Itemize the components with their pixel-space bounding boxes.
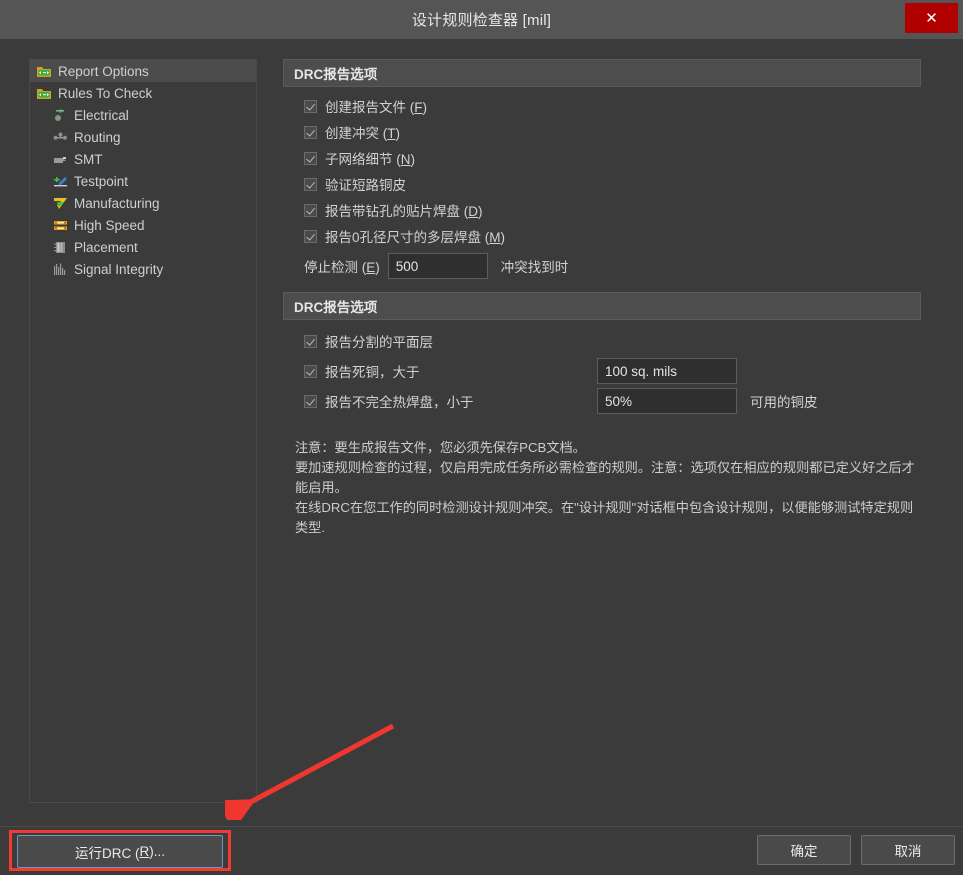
note-text: 注意：要生成报告文件，您必须先保存PCB文档。 要加速规则检查的过程，仅启用完成… [295, 438, 921, 538]
sidebar-item-routing[interactable]: Routing [30, 126, 256, 148]
report-option-row[interactable]: 创建冲突 (T) [304, 119, 950, 145]
title-bar: 设计规则检查器 [mil] ✕ [0, 0, 963, 39]
testpoint-icon [53, 176, 67, 186]
report-option-row[interactable]: 创建报告文件 (F) [304, 93, 950, 119]
sidebar-item-label: Manufacturing [74, 195, 160, 211]
checkbox[interactable] [304, 334, 317, 348]
report-option-label: 创建冲突 (T) [325, 126, 400, 141]
ok-button[interactable]: 确定 [757, 835, 851, 865]
checkbox[interactable] [304, 203, 317, 217]
sidebar-item-label: Signal Integrity [74, 261, 164, 277]
report-option-row-2[interactable]: 报告死铜，大于 [304, 356, 950, 386]
report-options-list: 创建报告文件 (F) 创建冲突 (T) 子网络细节 (N) 验证短路铜皮报告带钻孔的贴… [283, 93, 950, 249]
report-option-row[interactable]: 子网络细节 (N) [304, 145, 950, 171]
report-option-row-2[interactable]: 报告分割的平面层 [304, 326, 950, 356]
checkbox[interactable] [304, 364, 317, 378]
report-option-input[interactable] [597, 388, 737, 414]
sidebar-item-report-options[interactable]: Report Options [30, 60, 256, 82]
sidebar-item-smt[interactable]: SMT [30, 148, 256, 170]
signal-integrity-icon [54, 263, 66, 275]
checkbox[interactable] [304, 151, 317, 165]
stop-detection-suffix: 冲突找到时 [500, 260, 569, 275]
sidebar-item-rules-to-check[interactable]: Rules To Check [30, 82, 256, 104]
report-option-label: 报告带钻孔的贴片焊盘 (D) [325, 204, 483, 219]
smt-icon [54, 156, 66, 163]
report-option-label-2: 报告死铜，大于 [325, 365, 420, 380]
rules-tree-panel[interactable]: Report Options Rules To Check Electrical Ro… [29, 59, 257, 803]
checkbox[interactable] [304, 125, 317, 139]
report-option-label: 验证短路铜皮 [325, 178, 406, 193]
report-option-row[interactable]: 报告带钻孔的贴片焊盘 (D) [304, 197, 950, 223]
checkbox[interactable] [304, 394, 317, 408]
stop-detection-accel: E [366, 260, 376, 275]
sidebar-item-electrical[interactable]: Electrical [30, 104, 256, 126]
folder-arrows-icon [37, 66, 51, 77]
sidebar-item-label: Placement [74, 239, 138, 255]
checkbox[interactable] [304, 99, 317, 113]
sidebar-item-label: Testpoint [74, 173, 129, 189]
section-header-report-options-2: DRC报告选项 [283, 292, 921, 320]
sidebar-item-label: Routing [74, 129, 121, 145]
sidebar-item-high-speed[interactable]: High Speed [30, 214, 256, 236]
section-header-report-options: DRC报告选项 [283, 59, 921, 87]
report-option-row-2[interactable]: 报告不完全热焊盘，小于 可用的铜皮 [304, 386, 950, 416]
placement-icon [54, 241, 65, 253]
report-option-label-2: 报告不完全热焊盘，小于 [325, 395, 474, 410]
report-option-suffix: 可用的铜皮 [750, 395, 818, 410]
sidebar-item-label: High Speed [74, 217, 145, 233]
sidebar-item-label: Electrical [74, 107, 129, 123]
stop-detection-label: 停止检测 (E) [304, 260, 380, 275]
sidebar-item-label: SMT [74, 151, 103, 167]
report-option-input[interactable] [597, 358, 737, 384]
sidebar-item-testpoint[interactable]: Testpoint [30, 170, 256, 192]
stop-detection-row: 停止检测 (E) 冲突找到时 [304, 253, 950, 279]
sidebar-item-signal-integrity[interactable]: Signal Integrity [30, 258, 256, 280]
manufacturing-icon [54, 197, 67, 209]
sidebar-item-label: Report Options [58, 63, 149, 79]
note-line: 在线DRC在您工作的同时检测设计规则冲突。在"设计规则"对话框中包含设计规则，以… [295, 500, 914, 535]
report-option-label: 创建报告文件 (F) [325, 100, 427, 115]
run-drc-button[interactable]: 运行DRC (R)... [17, 835, 223, 868]
run-drc-accel: R [139, 844, 150, 859]
checkbox[interactable] [304, 229, 317, 243]
routing-icon [53, 132, 67, 140]
report-option-row[interactable]: 验证短路铜皮 [304, 171, 950, 197]
report-option-label-2: 报告分割的平面层 [325, 335, 433, 350]
report-option-row[interactable]: 报告0孔径尺寸的多层焊盘 (M) [304, 223, 950, 249]
cancel-button[interactable]: 取消 [861, 835, 955, 865]
sidebar-item-label: Rules To Check [58, 85, 153, 101]
content-panel: DRC报告选项 创建报告文件 (F) 创建冲突 (T) 子网络细节 (N) 验证短路铜… [283, 59, 950, 803]
note-line: 注意：要生成报告文件，您必须先保存PCB文档。 [295, 440, 586, 455]
note-line: 要加速规则检查的过程，仅启用完成任务所必需检查的规则。注意：选项仅在相应的规则都… [295, 460, 915, 495]
window-title: 设计规则检查器 [mil] [411, 12, 552, 29]
dialog-body: Report Options Rules To Check Electrical Ro… [0, 39, 963, 826]
folder-arrows-icon [37, 88, 51, 99]
stop-detection-input[interactable] [387, 253, 488, 279]
sidebar-item-manufacturing[interactable]: Manufacturing [30, 192, 256, 214]
checkbox[interactable] [304, 177, 317, 191]
sidebar-item-placement[interactable]: Placement [30, 236, 256, 258]
close-icon[interactable]: ✕ [905, 3, 958, 33]
report-options-list-2: 报告分割的平面层报告死铜，大于报告不完全热焊盘，小于 可用的铜皮 [283, 326, 950, 416]
high-speed-icon [54, 220, 67, 230]
report-option-label: 子网络细节 (N) [325, 152, 415, 167]
electrical-icon [55, 108, 64, 121]
report-option-label: 报告0孔径尺寸的多层焊盘 (M) [325, 230, 506, 245]
